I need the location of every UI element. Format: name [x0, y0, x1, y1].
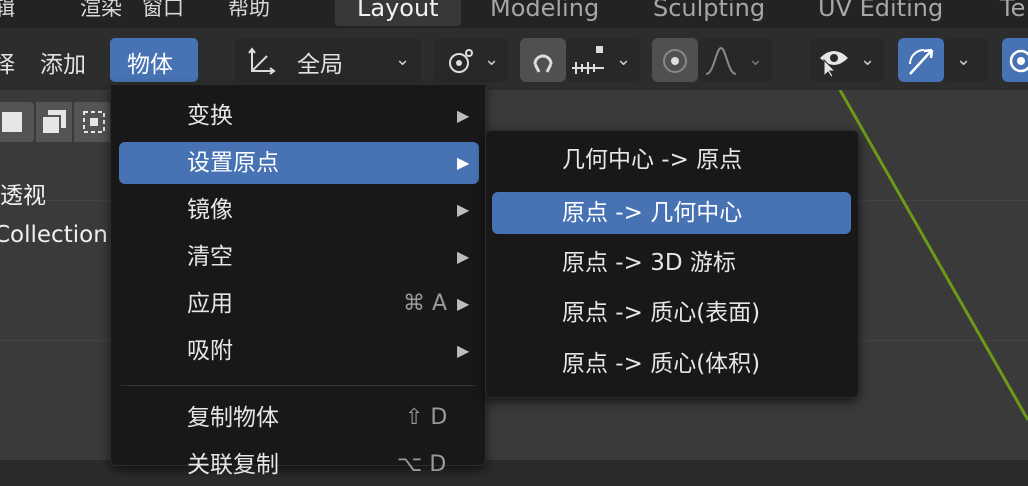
menu-item-label: 镜像	[187, 197, 233, 223]
menu-item-origin-to-center-of-mass-surface[interactable]: 原点 -> 质心(表面)	[486, 292, 858, 334]
menu-item-label: 原点 -> 3D 游标	[562, 250, 736, 276]
chevron-down-icon: ⌄	[616, 49, 632, 70]
menu-item-geometry-to-origin[interactable]: 几何中心 -> 原点	[486, 139, 858, 181]
menu-item-origin-to-3d-cursor[interactable]: 原点 -> 3D 游标	[486, 242, 858, 284]
collection-label: Collection	[0, 222, 108, 248]
menu-item-label: 清空	[187, 244, 233, 270]
set-origin-submenu: 几何中心 -> 原点 原点 -> 几何中心 原点 -> 3D 游标 原点 -> …	[485, 130, 859, 398]
overlays-icon	[1009, 49, 1028, 73]
tab-layout[interactable]: Layout	[335, 0, 461, 26]
pivot-point-dropdown[interactable]: ⌄	[434, 38, 508, 82]
menu-item-label: 几何中心 -> 原点	[562, 147, 743, 173]
select-extend-icon	[41, 110, 66, 135]
select-mode-subtract[interactable]	[74, 102, 112, 142]
chevron-down-icon: ⌄	[484, 49, 500, 70]
shortcut-label: ⇧ D	[405, 405, 448, 430]
magnet-icon	[533, 54, 553, 73]
menu-item-origin-to-geometry[interactable]: 原点 -> 几何中心	[492, 192, 851, 234]
gizmo-dropdown[interactable]: ⌄	[944, 38, 988, 82]
gizmo-toggle[interactable]	[898, 38, 944, 82]
menu-item-label: 设置原点	[187, 150, 279, 176]
menu-item-duplicate-linked[interactable]: 关联复制 ⌥ D	[111, 444, 485, 486]
select-mode-new[interactable]	[0, 102, 34, 142]
tab-uv-editing[interactable]: UV Editing	[818, 0, 943, 26]
menu-item-label: 原点 -> 质心(体积)	[562, 351, 761, 377]
select-new-icon	[2, 112, 22, 132]
chevron-down-icon: ⌄	[956, 49, 972, 70]
submenu-arrow-icon: ▶	[457, 200, 470, 219]
menu-item-mirror[interactable]: 镜像 ▶	[111, 189, 485, 231]
menu-item-origin-to-center-of-mass-volume[interactable]: 原点 -> 质心(体积)	[486, 343, 858, 385]
menu-select[interactable]: 择	[0, 45, 15, 79]
falloff-dropdown[interactable]: ⌄	[698, 38, 772, 82]
select-mode-extend[interactable]	[36, 102, 72, 142]
menu-item-duplicate-objects[interactable]: 复制物体 ⇧ D	[111, 397, 485, 439]
menu-item-label: 关联复制	[187, 452, 279, 478]
transform-orientation-dropdown[interactable]: 全局 ⌄	[235, 38, 421, 82]
menu-item-snap[interactable]: 吸附 ▶	[111, 330, 485, 372]
shortcut-label: ⌘ A	[403, 291, 448, 316]
tab-sculpting[interactable]: Sculpting	[653, 0, 765, 26]
orientation-value: 全局	[297, 52, 343, 78]
menu-object[interactable]: 物体	[110, 38, 198, 82]
selectability-visibility-dropdown[interactable]: ⌄	[810, 38, 884, 82]
chevron-down-icon: ⌄	[395, 49, 411, 70]
tab-texture-paint[interactable]: Te	[1000, 0, 1025, 26]
eye-cursor-icon	[820, 51, 848, 78]
menu-edit[interactable]: 辑	[0, 0, 15, 22]
top-menubar: 辑 渲染 窗口 帮助 Layout Modeling Sculpting UV …	[0, 0, 1028, 28]
snap-toggle[interactable]	[520, 38, 566, 82]
submenu-arrow-icon: ▶	[457, 294, 470, 313]
menu-item-label: 复制物体	[187, 405, 279, 431]
menu-item-label: 原点 -> 质心(表面)	[562, 300, 761, 326]
overlays-toggle[interactable]	[1002, 38, 1028, 82]
viewport-header: 择 添加 物体 全局 ⌄ ⌄ ⌄ ⌄ ⌄ ⌄	[0, 28, 1028, 90]
chevron-down-icon: ⌄	[860, 49, 876, 70]
menu-render[interactable]: 渲染	[80, 0, 122, 22]
y-axis-line	[838, 90, 1028, 421]
pivot-icon	[449, 49, 473, 73]
orientation-axes-icon	[248, 47, 276, 75]
falloff-curve-icon	[705, 46, 737, 75]
menu-add[interactable]: 添加	[40, 45, 86, 79]
submenu-arrow-icon: ▶	[457, 153, 470, 172]
menu-item-label: 原点 -> 几何中心	[562, 200, 743, 226]
submenu-arrow-icon: ▶	[457, 106, 470, 125]
snap-increment-icon	[572, 46, 604, 74]
shortcut-label: ⌥ D	[397, 452, 447, 477]
menu-item-label: 吸附	[187, 338, 233, 364]
menu-separator	[121, 385, 475, 386]
tab-modeling[interactable]: Modeling	[490, 0, 599, 26]
menu-help[interactable]: 帮助	[228, 0, 270, 22]
menu-item-apply[interactable]: 应用 ⌘ A ▶	[111, 283, 485, 325]
object-menu: 变换 ▶ 设置原点 ▶ 镜像 ▶ 清空 ▶ 应用 ⌘ A ▶ 吸附 ▶ 复制物体…	[110, 84, 486, 478]
menu-item-clear[interactable]: 清空 ▶	[111, 236, 485, 278]
snap-target-dropdown[interactable]: ⌄	[566, 38, 640, 82]
menu-item-set-origin[interactable]: 设置原点 ▶	[119, 142, 479, 184]
menu-item-transform[interactable]: 变换 ▶	[111, 95, 485, 137]
proportional-editing-icon	[663, 49, 687, 73]
view-perspective-label: 透视	[0, 183, 46, 209]
gizmo-icon	[909, 48, 934, 75]
submenu-arrow-icon: ▶	[457, 341, 470, 360]
menu-item-label: 变换	[187, 103, 233, 129]
menu-object-label: 物体	[127, 52, 173, 78]
select-subtract-icon	[83, 111, 105, 133]
chevron-down-icon: ⌄	[748, 49, 764, 70]
submenu-arrow-icon: ▶	[457, 247, 470, 266]
proportional-editing-toggle[interactable]	[652, 38, 698, 82]
menu-item-label: 应用	[187, 291, 233, 317]
menu-window[interactable]: 窗口	[142, 0, 184, 22]
